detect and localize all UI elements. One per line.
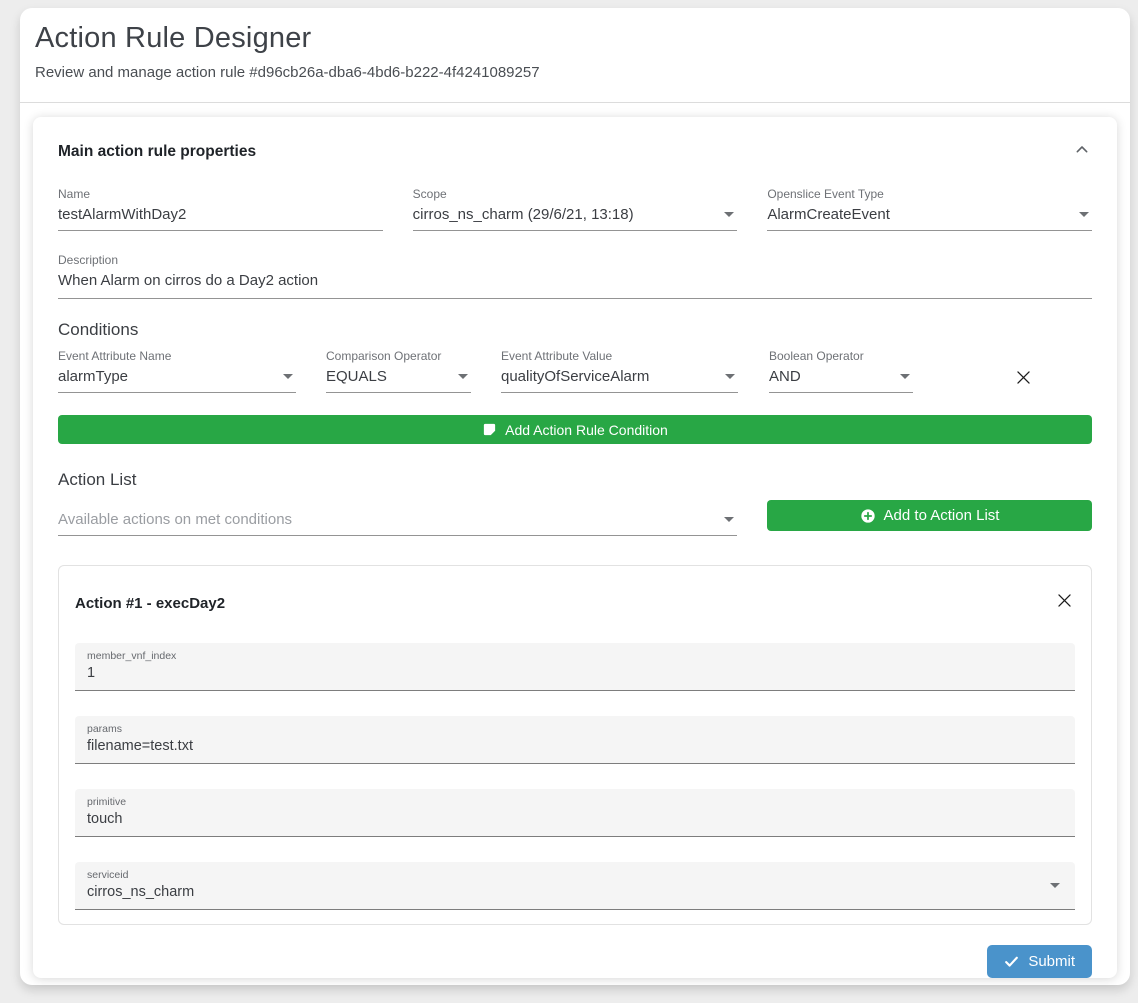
page-header: Action Rule Designer Review and manage a… [20,8,1130,103]
params-field[interactable]: params filename=test.txt [75,716,1075,764]
boolean-operator-select[interactable]: Boolean Operator AND [769,349,913,393]
event-type-select[interactable]: Openslice Event Type AlarmCreateEvent [767,187,1092,231]
scope-label: Scope [413,187,738,201]
content-panel: Action Rule Designer Review and manage a… [20,8,1130,985]
chevron-down-icon [1050,883,1060,888]
collapse-panel-button[interactable] [1072,142,1092,162]
scope-select[interactable]: Scope cirros_ns_charm (29/6/21, 13:18) [413,187,738,231]
action-list-row: Available actions on met conditions Add … [58,500,1092,536]
close-icon [1014,368,1033,392]
close-icon [1055,591,1074,615]
serviceid-label: serviceid [87,869,1063,881]
add-condition-button-label: Add Action Rule Condition [505,422,668,438]
primitive-value: touch [87,811,1063,827]
available-actions-select[interactable]: Available actions on met conditions [58,506,737,536]
event-attribute-name-value: alarmType [58,368,296,385]
description-label: Description [58,253,1092,267]
chevron-down-icon [283,374,293,379]
chevron-down-icon [724,212,734,217]
member-vnf-index-label: member_vnf_index [87,650,1063,662]
chevron-down-icon [458,374,468,379]
add-to-action-list-button[interactable]: Add to Action List [767,500,1092,531]
add-to-action-list-label: Add to Action List [884,507,1000,524]
available-actions-placeholder: Available actions on met conditions [58,511,737,528]
name-field[interactable]: Name testAlarmWithDay2 [58,187,383,231]
chevron-down-icon [900,374,910,379]
event-type-value: AlarmCreateEvent [767,206,1092,223]
description-field[interactable]: Description When Alarm on cirros do a Da… [58,253,1092,299]
event-attribute-value-value: qualityOfServiceAlarm [501,368,738,385]
check-icon [1004,954,1019,969]
condition-row: Event Attribute Name alarmType Compariso… [58,349,1092,393]
add-circle-icon [860,508,876,524]
comparison-operator-value: EQUALS [326,368,471,385]
boolean-operator-value: AND [769,368,913,385]
submit-button-label: Submit [1028,953,1075,970]
description-value: When Alarm on cirros do a Day2 action [58,272,1092,289]
chevron-up-icon [1074,142,1090,163]
chevron-down-icon [724,517,734,522]
chevron-down-icon [725,374,735,379]
conditions-heading: Conditions [58,320,1092,340]
primitive-field[interactable]: primitive touch [75,789,1075,837]
add-condition-button[interactable]: Add Action Rule Condition [58,415,1092,444]
remove-action-button[interactable] [1053,592,1075,614]
chevron-down-icon [1079,212,1089,217]
event-attribute-name-select[interactable]: Event Attribute Name alarmType [58,349,296,393]
action-list-heading: Action List [58,470,1092,490]
boolean-operator-label: Boolean Operator [769,349,913,363]
action-card: Action #1 - execDay2 member_vnf_index 1 … [58,565,1092,925]
member-vnf-index-value: 1 [87,665,1063,681]
remove-condition-button[interactable] [1012,369,1034,391]
name-label: Name [58,187,383,201]
params-value: filename=test.txt [87,738,1063,754]
event-attribute-value-label: Event Attribute Value [501,349,738,363]
comparison-operator-label: Comparison Operator [326,349,471,363]
params-label: params [87,723,1063,735]
scope-value: cirros_ns_charm (29/6/21, 13:18) [413,206,738,223]
serviceid-select[interactable]: serviceid cirros_ns_charm [75,862,1075,910]
note-add-icon [482,422,497,437]
action-rule-form-card: Main action rule properties Name testAla… [33,117,1117,978]
member-vnf-index-field[interactable]: member_vnf_index 1 [75,643,1075,691]
page-title: Action Rule Designer [35,22,1115,55]
comparison-operator-select[interactable]: Comparison Operator EQUALS [326,349,471,393]
serviceid-value: cirros_ns_charm [87,884,1063,900]
action-card-title: Action #1 - execDay2 [75,595,225,612]
submit-button[interactable]: Submit [987,945,1092,978]
page-subtitle: Review and manage action rule #d96cb26a-… [35,64,1115,81]
event-attribute-name-label: Event Attribute Name [58,349,296,363]
event-type-label: Openslice Event Type [767,187,1092,201]
main-properties-heading: Main action rule properties [58,143,256,161]
primitive-label: primitive [87,796,1063,808]
event-attribute-value-select[interactable]: Event Attribute Value qualityOfServiceAl… [501,349,738,393]
name-value: testAlarmWithDay2 [58,206,383,223]
